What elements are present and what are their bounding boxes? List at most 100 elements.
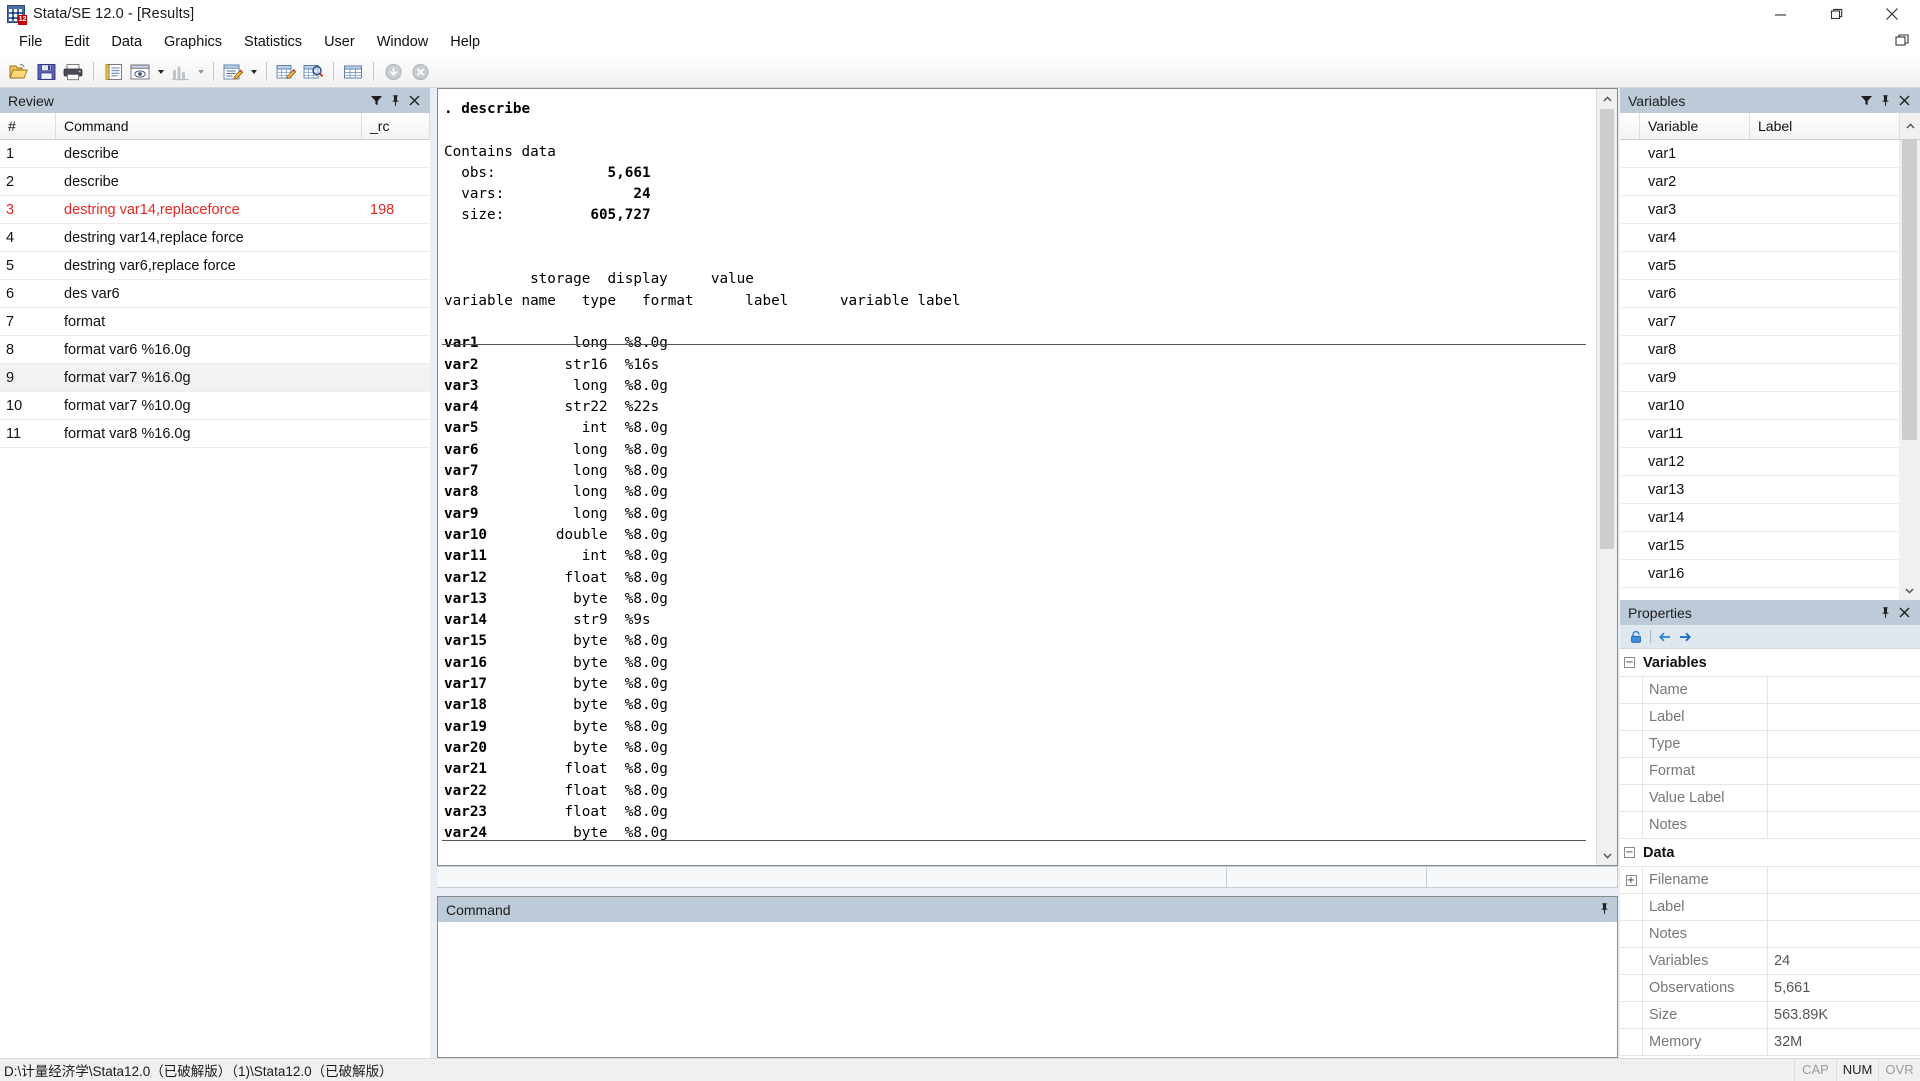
print-icon[interactable] (60, 59, 86, 85)
properties-row[interactable]: Label (1620, 704, 1920, 731)
back-arrow-icon[interactable] (1655, 627, 1675, 647)
properties-row-expander[interactable]: + (1620, 867, 1642, 893)
review-col-number[interactable]: # (0, 113, 56, 139)
properties-row[interactable]: Notes (1620, 812, 1920, 839)
close-button[interactable] (1864, 0, 1920, 28)
viewer-dropdown-icon[interactable] (154, 59, 167, 85)
open-file-icon[interactable] (6, 59, 32, 85)
menu-statistics[interactable]: Statistics (233, 31, 313, 53)
properties-row[interactable]: +Filename (1620, 867, 1920, 894)
scroll-down-icon[interactable] (1899, 580, 1920, 600)
properties-row-value[interactable] (1768, 867, 1920, 893)
scroll-down-icon[interactable] (1597, 845, 1617, 865)
restore-button[interactable] (1808, 0, 1864, 28)
review-row[interactable]: 7format (0, 308, 430, 336)
viewer-icon[interactable] (127, 59, 153, 85)
properties-row-value[interactable] (1768, 785, 1920, 811)
properties-row-value[interactable]: 24 (1768, 948, 1920, 974)
break-icon[interactable] (407, 59, 433, 85)
results-scroll-thumb[interactable] (1600, 109, 1614, 549)
properties-group-header[interactable]: −Variables (1620, 649, 1920, 677)
close-icon[interactable] (405, 91, 424, 110)
review-row[interactable]: 5destring var6,replace force (0, 252, 430, 280)
variables-row[interactable]: var15 (1620, 532, 1899, 560)
properties-group-header[interactable]: −Data (1620, 839, 1920, 867)
lock-icon[interactable] (1626, 627, 1646, 647)
variables-row[interactable]: var12 (1620, 448, 1899, 476)
menu-edit[interactable]: Edit (53, 31, 100, 53)
filter-icon[interactable] (1857, 91, 1876, 110)
variables-row-list[interactable]: var1var2var3var4var5var6var7var8var9var1… (1620, 140, 1899, 600)
variables-row[interactable]: var16 (1620, 560, 1899, 588)
properties-row-value[interactable] (1768, 731, 1920, 757)
review-row[interactable]: 3destring var14,replaceforce198 (0, 196, 430, 224)
graph-icon[interactable] (167, 59, 193, 85)
menu-graphics[interactable]: Graphics (153, 31, 233, 53)
variables-manager-icon[interactable] (340, 59, 366, 85)
variables-row[interactable]: var9 (1620, 364, 1899, 392)
variables-row[interactable]: var2 (1620, 168, 1899, 196)
properties-row-value[interactable]: 563.89K (1768, 1002, 1920, 1028)
variables-row[interactable]: var6 (1620, 280, 1899, 308)
pin-icon[interactable] (386, 91, 405, 110)
review-row[interactable]: 1describe (0, 140, 430, 168)
menu-data[interactable]: Data (100, 31, 153, 53)
forward-arrow-icon[interactable] (1675, 627, 1695, 647)
variables-row[interactable]: var14 (1620, 504, 1899, 532)
pin-icon[interactable] (1876, 91, 1895, 110)
properties-row[interactable]: Label (1620, 894, 1920, 921)
variables-row[interactable]: var4 (1620, 224, 1899, 252)
filter-icon[interactable] (367, 91, 386, 110)
properties-row[interactable]: Size563.89K (1620, 1002, 1920, 1029)
review-row[interactable]: 10format var7 %10.0g (0, 392, 430, 420)
properties-row-value[interactable] (1768, 704, 1920, 730)
collapse-expander-icon[interactable]: − (1624, 657, 1635, 668)
menu-user[interactable]: User (313, 31, 366, 53)
properties-row-value[interactable] (1768, 921, 1920, 947)
review-row[interactable]: 11format var8 %16.0g (0, 420, 430, 448)
properties-row[interactable]: Name (1620, 677, 1920, 704)
properties-row[interactable]: Variables24 (1620, 948, 1920, 975)
results-scroll-track[interactable] (1597, 109, 1617, 845)
review-row-list[interactable]: 1describe2describe3destring var14,replac… (0, 140, 430, 1058)
variables-row[interactable]: var10 (1620, 392, 1899, 420)
close-icon[interactable] (1895, 603, 1914, 622)
variables-vertical-scrollbar[interactable] (1899, 140, 1920, 600)
review-row[interactable]: 9format var7 %16.0g (0, 364, 430, 392)
menu-window[interactable]: Window (366, 31, 440, 53)
variables-row[interactable]: var11 (1620, 420, 1899, 448)
review-col-command[interactable]: Command (56, 113, 362, 139)
pin-icon[interactable] (1598, 902, 1611, 918)
graph-dropdown-icon[interactable] (194, 59, 207, 85)
results-text-area[interactable]: . describe Contains data obs: 5,661 vars… (438, 89, 1596, 865)
properties-row[interactable]: Memory32M (1620, 1029, 1920, 1056)
variables-scroll-up-icon[interactable] (1900, 113, 1920, 139)
variables-row[interactable]: var7 (1620, 308, 1899, 336)
variables-row[interactable]: var1 (1620, 140, 1899, 168)
properties-row-value[interactable] (1768, 894, 1920, 920)
variables-col-label[interactable]: Label (1750, 113, 1900, 139)
variables-row[interactable]: var13 (1620, 476, 1899, 504)
review-col-rc[interactable]: _rc (362, 113, 430, 139)
variables-row[interactable]: var8 (1620, 336, 1899, 364)
menu-file[interactable]: File (8, 31, 53, 53)
properties-row[interactable]: Type (1620, 731, 1920, 758)
variables-row[interactable]: var5 (1620, 252, 1899, 280)
properties-row-value[interactable] (1768, 677, 1920, 703)
properties-row[interactable]: Format (1620, 758, 1920, 785)
data-editor-edit-icon[interactable] (273, 59, 299, 85)
mdi-restore-icon[interactable] (1895, 33, 1910, 53)
review-row[interactable]: 2describe (0, 168, 430, 196)
properties-body[interactable]: −VariablesNameLabelTypeFormatValue Label… (1620, 649, 1920, 1058)
variables-scroll-thumb[interactable] (1902, 140, 1917, 440)
save-icon[interactable] (33, 59, 59, 85)
review-row[interactable]: 6des var6 (0, 280, 430, 308)
variables-col-variable[interactable]: Variable (1640, 113, 1750, 139)
continue-icon[interactable] (380, 59, 406, 85)
properties-row[interactable]: Value Label (1620, 785, 1920, 812)
scroll-up-icon[interactable] (1597, 89, 1617, 109)
pin-icon[interactable] (1876, 603, 1895, 622)
properties-row-value[interactable]: 32M (1768, 1029, 1920, 1055)
log-begin-icon[interactable] (100, 59, 126, 85)
review-row[interactable]: 4destring var14,replace force (0, 224, 430, 252)
